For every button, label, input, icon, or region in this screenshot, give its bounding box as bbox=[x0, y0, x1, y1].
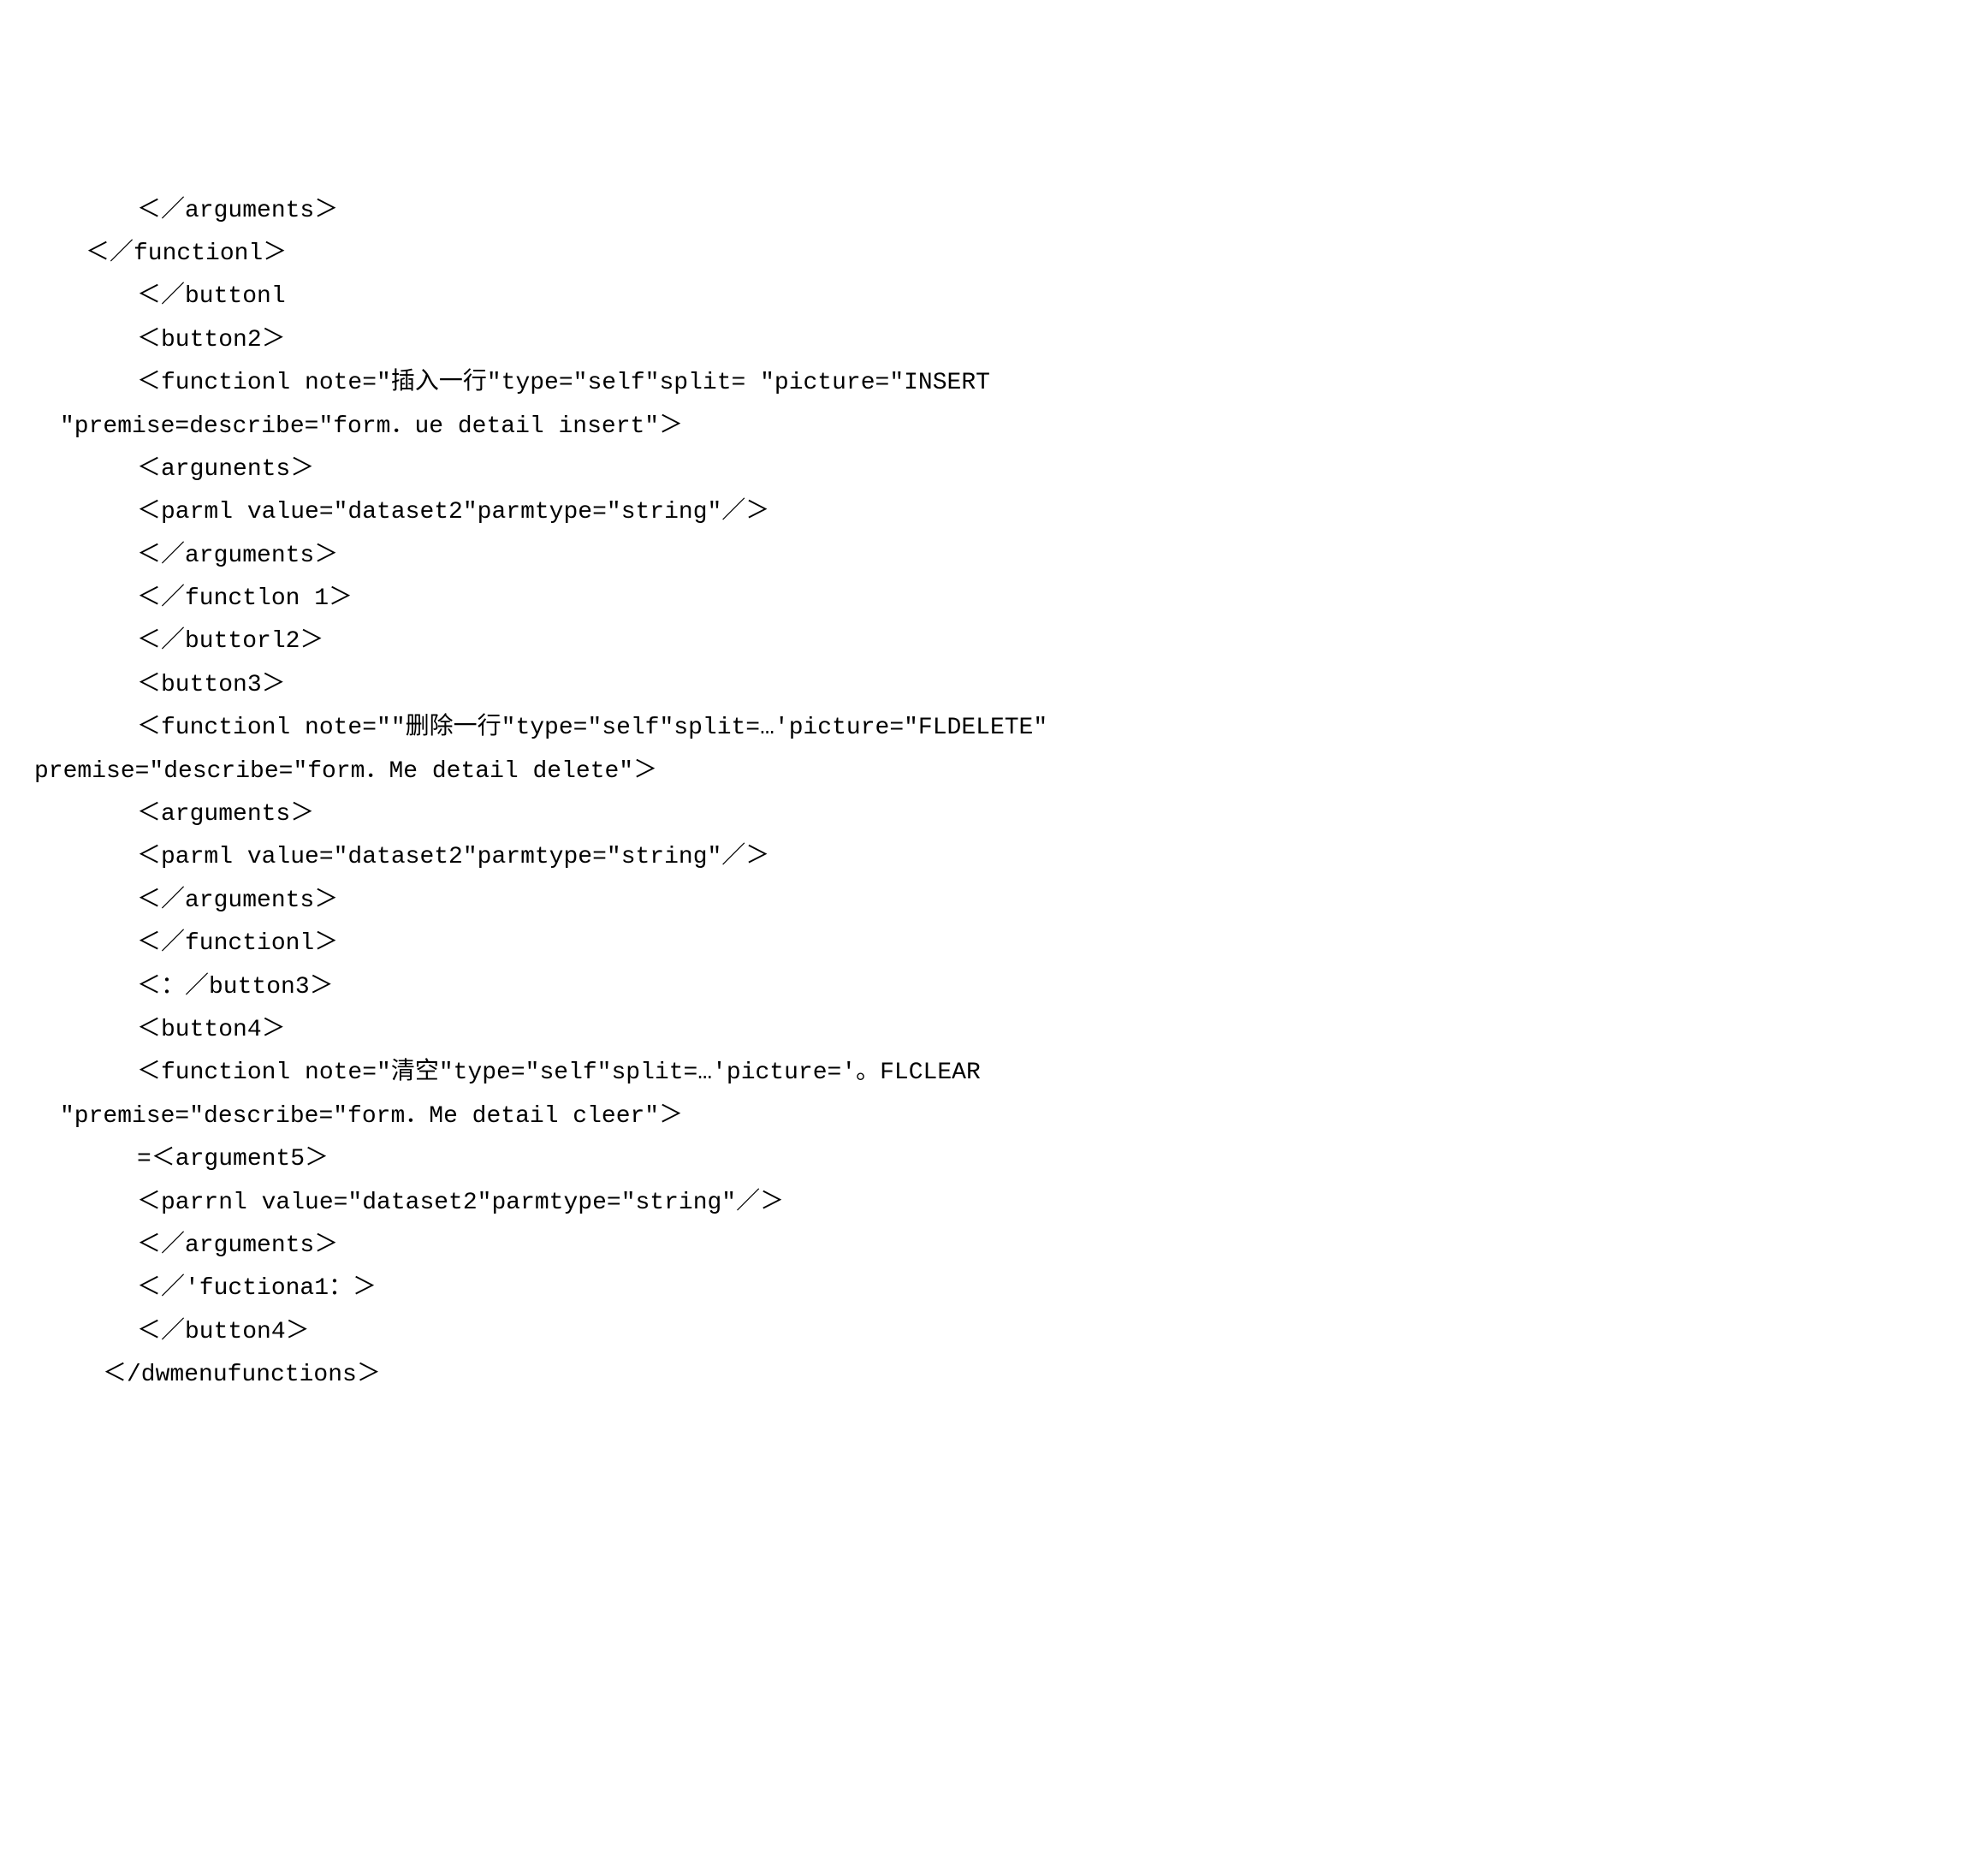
code-line: ＜button2＞ bbox=[34, 319, 1942, 362]
code-line: ＜parrnl value="dataset2"parmtype="string… bbox=[34, 1182, 1942, 1225]
code-line: ＜／arguments＞ bbox=[34, 190, 1942, 233]
code-line: ＜arguments＞ bbox=[34, 793, 1942, 836]
code-document: ＜／arguments＞＜／functionl＞＜／buttonl＜button… bbox=[34, 190, 1942, 1398]
code-line: ＜parml value="dataset2"parmtype="string"… bbox=[34, 836, 1942, 879]
code-line: ＜button3＞ bbox=[34, 664, 1942, 707]
code-line: ＜button4＞ bbox=[34, 1009, 1942, 1052]
code-line: ＜／'fuctiona1：＞ bbox=[34, 1267, 1942, 1310]
code-line: "premise=describe="form．ue detail insert… bbox=[34, 406, 1942, 448]
code-line: ＜／buttonl bbox=[34, 276, 1942, 318]
code-line: ＜／arguments＞ bbox=[34, 535, 1942, 578]
code-line: ＜／functionl＞ bbox=[34, 233, 1942, 276]
code-line: ＜／arguments＞ bbox=[34, 880, 1942, 923]
code-line: ＜parml value="dataset2"parmtype="string"… bbox=[34, 491, 1942, 534]
code-line: ＜functionl note="清空"type="self"split=…'p… bbox=[34, 1052, 1942, 1095]
code-line: ＜argunents＞ bbox=[34, 448, 1942, 491]
code-line: ＜／arguments＞ bbox=[34, 1225, 1942, 1267]
code-line: ＜／functlon 1＞ bbox=[34, 578, 1942, 620]
code-line: ＜／functionl＞ bbox=[34, 923, 1942, 965]
code-line: premise="describe="form．Me detail delete… bbox=[34, 751, 1942, 793]
code-line: ＜／button4＞ bbox=[34, 1311, 1942, 1354]
code-line: ＜functionl note="插入一行"type="self"split= … bbox=[34, 362, 1942, 405]
code-line: ＜：／button3＞ bbox=[34, 966, 1942, 1009]
code-line: ＜／buttorl2＞ bbox=[34, 620, 1942, 663]
code-line: ＜functionl note=""删除一行"type="self"split=… bbox=[34, 707, 1942, 750]
code-line: =＜argument5＞ bbox=[34, 1138, 1942, 1181]
code-line: "premise="describe="form．Me detail cleer… bbox=[34, 1095, 1942, 1138]
code-line: ＜/dwmenufunctions＞ bbox=[34, 1354, 1942, 1397]
